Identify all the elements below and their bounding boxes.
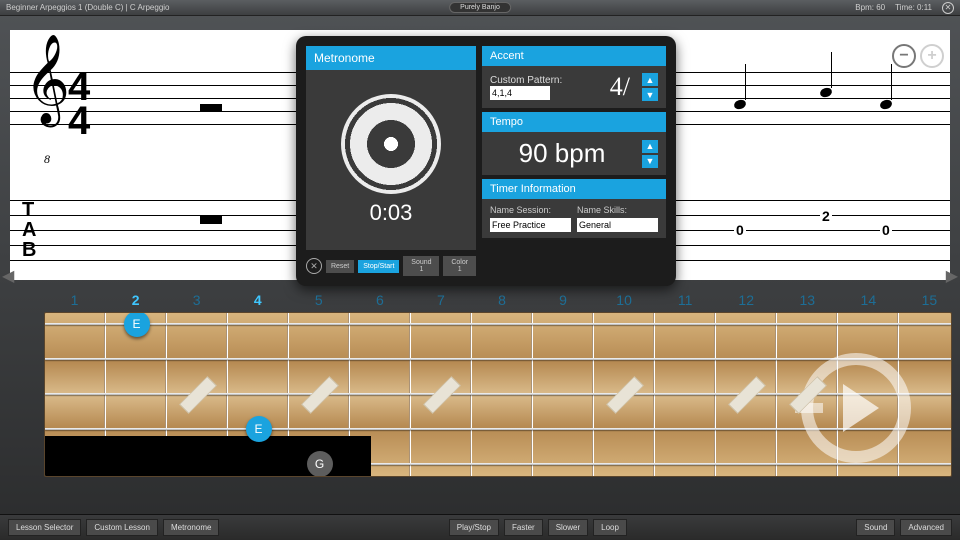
accent-title: Accent xyxy=(482,46,666,66)
fret-number: 9 xyxy=(533,292,594,308)
bb-sound-button[interactable]: Sound xyxy=(856,519,895,536)
close-icon[interactable]: ✕ xyxy=(942,2,954,14)
bb-lesson-selector-button[interactable]: Lesson Selector xyxy=(8,519,81,536)
whole-rest-staff xyxy=(200,104,222,112)
fret-number: 2 xyxy=(105,292,166,308)
zoom-in-icon[interactable]: + xyxy=(920,44,944,68)
metronome-elapsed: 0:03 xyxy=(370,200,413,226)
fret-number: 8 xyxy=(471,292,532,308)
metronome-dial-icon xyxy=(341,94,441,194)
fret-number: 1 xyxy=(44,292,105,308)
accent-down-icon[interactable]: ▼ xyxy=(642,88,658,101)
metronome-dial-area: 0:03 xyxy=(306,70,476,250)
metronome-sound-button[interactable]: Sound 1 xyxy=(403,256,439,276)
app-brand-pill: Purely Banjo xyxy=(449,2,511,13)
tab-label: T A B xyxy=(22,200,36,260)
fret-note-dot[interactable]: E xyxy=(246,416,272,442)
fret-number: 12 xyxy=(716,292,777,308)
fret-note-dot[interactable]: G xyxy=(307,451,333,477)
fret-number: 4 xyxy=(227,292,288,308)
metronome-controls: ✕ Reset Stop/Start Sound 1 Color 1 xyxy=(306,256,476,276)
fret-number: 10 xyxy=(594,292,655,308)
bb-metronome-button[interactable]: Metronome xyxy=(163,519,219,536)
zoom-out-icon[interactable]: − xyxy=(892,44,916,68)
score-next-icon[interactable]: ▶ xyxy=(946,266,958,286)
fret-number: 14 xyxy=(838,292,899,308)
bb-loop-button[interactable]: Loop xyxy=(593,519,627,536)
timer-section: Timer Information Name Session: Name Ski… xyxy=(482,179,666,238)
timer-session-input[interactable] xyxy=(490,218,571,232)
timer-skills-label: Name Skills: xyxy=(577,205,658,215)
fret-number: 6 xyxy=(349,292,410,308)
bb-advanced-button[interactable]: Advanced xyxy=(900,519,952,536)
fretboard[interactable]: DCGCEEG xyxy=(44,312,952,477)
string xyxy=(371,463,951,465)
bpm-readout: Bpm: 60 xyxy=(855,3,885,12)
fret-number: 13 xyxy=(777,292,838,308)
lesson-title: Beginner Arpeggios 1 (Double C) | C Arpe… xyxy=(6,3,855,12)
metronome-reset-button[interactable]: Reset xyxy=(326,260,354,273)
top-bar: Beginner Arpeggios 1 (Double C) | C Arpe… xyxy=(0,0,960,16)
score-zone: 𝄞 8 44 T A B 0 2 0 − + ◀ ▶ Metronome 0:0… xyxy=(0,16,960,288)
bb-custom-lesson-button[interactable]: Custom Lesson xyxy=(86,519,158,536)
fretboard-zone: 123456789101112131415 DCGCEEG xyxy=(0,288,960,502)
fret-note-dot[interactable]: E xyxy=(124,312,150,337)
octave-8: 8 xyxy=(44,152,50,167)
accent-pattern-input[interactable] xyxy=(490,86,550,100)
fret-number: 5 xyxy=(288,292,349,308)
bb-faster-button[interactable]: Faster xyxy=(504,519,543,536)
fret-number: 7 xyxy=(410,292,471,308)
accent-section: Accent Custom Pattern: 4/ ▲ ▼ xyxy=(482,46,666,108)
time-signature: 44 xyxy=(68,70,90,138)
tab-number: 2 xyxy=(820,208,832,224)
metronome-stopstart-button[interactable]: Stop/Start xyxy=(358,260,399,273)
note-stem xyxy=(831,52,832,88)
tab-number: 0 xyxy=(734,222,746,238)
bottom-bar: Lesson Selector Custom Lesson Metronome Pl… xyxy=(0,514,960,540)
fret-numbers: 123456789101112131415 xyxy=(0,292,960,308)
accent-pattern-label: Custom Pattern: xyxy=(490,75,562,86)
string xyxy=(45,323,951,325)
metronome-title: Metronome xyxy=(306,46,476,70)
metronome-panel: Metronome 0:03 ✕ Reset Stop/Start Sound … xyxy=(296,36,676,286)
tab-number: 0 xyxy=(880,222,892,238)
timer-title: Timer Information xyxy=(482,179,666,199)
bb-slower-button[interactable]: Slower xyxy=(548,519,588,536)
note-stem xyxy=(891,64,892,100)
bb-play-stop-button[interactable]: Play/Stop xyxy=(449,519,499,536)
fret-number: 11 xyxy=(655,292,716,308)
whole-rest-tab xyxy=(200,216,222,224)
fret-number: 3 xyxy=(166,292,227,308)
tempo-section: Tempo 90 bpm ▲ ▼ xyxy=(482,112,666,175)
accent-up-icon[interactable]: ▲ xyxy=(642,73,658,86)
timer-skills-input[interactable] xyxy=(577,218,658,232)
metronome-close-icon[interactable]: ✕ xyxy=(306,258,322,274)
treble-clef-icon: 𝄞 xyxy=(24,56,70,103)
zoom-controls: − + xyxy=(892,44,944,68)
tempo-down-icon[interactable]: ▼ xyxy=(642,155,658,168)
note-stem xyxy=(745,64,746,100)
tempo-up-icon[interactable]: ▲ xyxy=(642,140,658,153)
metronome-color-button[interactable]: Color 1 xyxy=(443,256,476,276)
fret-number: 15 xyxy=(899,292,960,308)
score-prev-icon[interactable]: ◀ xyxy=(2,266,14,286)
tempo-title: Tempo xyxy=(482,112,666,132)
big-play-icon[interactable] xyxy=(801,353,911,463)
string xyxy=(45,358,951,360)
tempo-value: 90 bpm xyxy=(490,138,634,169)
time-readout: Time: 0:11 xyxy=(895,3,932,12)
timer-session-label: Name Session: xyxy=(490,205,571,215)
accent-fraction: 4/ xyxy=(570,72,634,102)
